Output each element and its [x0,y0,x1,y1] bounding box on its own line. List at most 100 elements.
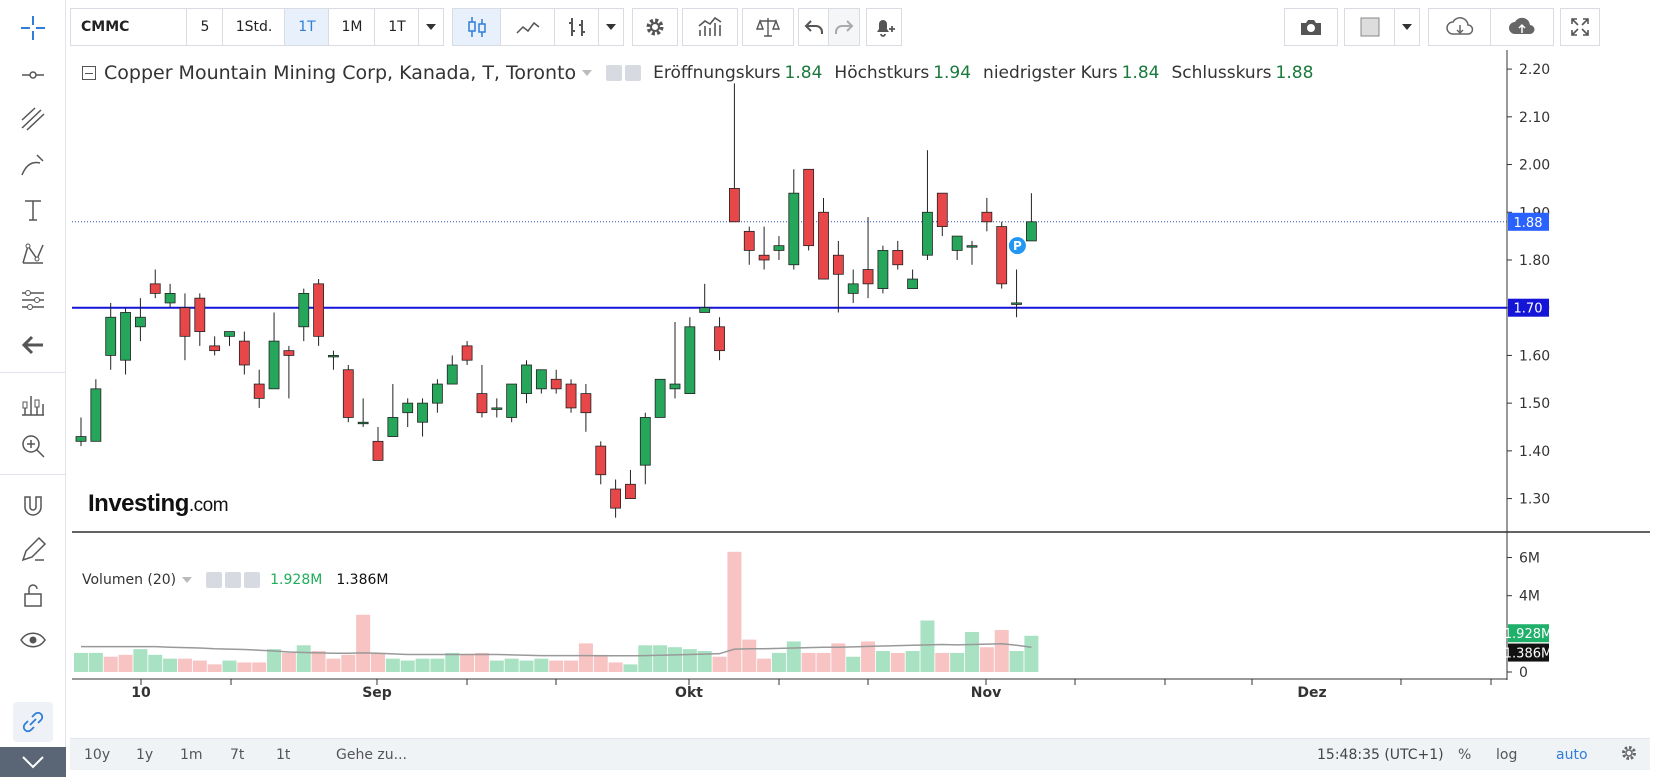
undo-button[interactable] [798,8,830,46]
load-chart-button[interactable] [1428,8,1492,46]
save-chart-button[interactable] [1490,8,1554,46]
fullscreen-button[interactable] [1560,8,1600,46]
open-label: Eröffnungskurs [653,63,781,83]
pattern-icon[interactable] [13,235,53,275]
candle-down [729,187,740,223]
range-1y-button[interactable]: 1y [136,747,153,763]
caret-down-icon[interactable] [182,577,193,583]
volume-tick-label: 4M [1519,589,1540,605]
close-icon[interactable] [244,572,261,588]
symbol-search-input[interactable]: CMMC [70,8,188,46]
interval-1w-button[interactable]: 1T [374,8,420,46]
volume-current-label: 1.928M [1504,627,1552,642]
brush-icon[interactable] [13,145,53,185]
volume-bar-up [846,656,861,672]
line-style-button[interactable] [500,8,556,46]
candle-up [684,326,696,395]
price-tick-label: 1.80 [1519,253,1550,269]
bars-style-button[interactable] [554,8,600,46]
time-label: Okt [675,685,703,701]
interval-1d-button[interactable]: 1T [284,8,330,46]
crosshair-icon[interactable] [13,8,53,48]
candle-up [120,312,131,361]
volume-bar-down [593,654,608,672]
magnet-icon[interactable] [13,486,53,526]
goto-date-button[interactable]: Gehe zu... [336,747,407,763]
candle-up [877,250,889,290]
volume-bar-down [935,652,950,672]
candle-down [803,168,815,247]
percent-toggle[interactable]: % [1458,747,1471,763]
text-icon[interactable] [13,190,53,230]
color-square-icon [1360,17,1380,37]
settings-button[interactable] [632,8,678,46]
gear-icon [646,18,664,36]
prediction-icon[interactable] [13,280,53,320]
volume-bar-up [504,658,519,672]
indicators-button[interactable] [682,8,738,46]
candle-up [164,292,176,304]
settings-icon[interactable] [225,572,242,588]
candle-up [1011,302,1022,305]
range-1m-button[interactable]: 1m [180,747,203,763]
draw-mode-icon[interactable] [13,530,53,570]
alert-button[interactable] [866,8,902,46]
candles-style-button[interactable] [452,8,502,46]
interval-dropdown-button[interactable] [418,8,444,46]
range-10y-button[interactable]: 10y [84,747,110,763]
candle-down [342,369,354,418]
range-7t-button[interactable]: 7t [230,747,244,763]
current-price-label: 1.88 [1514,216,1543,231]
volume-bar-up [519,660,534,672]
visibility-icon[interactable] [606,65,623,81]
candle-down [580,393,592,414]
volume-bar-down [237,662,252,672]
volume-bar-down [371,652,385,672]
lock-icon[interactable] [13,575,53,615]
collapse-legend-button[interactable] [82,66,96,80]
interval-1h-button[interactable]: 1Std. [222,8,286,46]
volume-bar-up [534,658,549,672]
candle-up [298,292,310,328]
chart-area[interactable]: P 1.301.401.501.601.701.801.902.002.102.… [72,50,1650,730]
volume-bar-down [564,660,579,672]
redo-button[interactable] [828,8,860,46]
interval-1m-button[interactable]: 1M [328,8,376,46]
candle-down [476,393,488,414]
candle-down [818,211,829,280]
style-dropdown-button[interactable] [598,8,624,46]
range-1t-button[interactable]: 1t [276,747,290,763]
zoom-in-icon[interactable] [13,426,53,466]
trend-line-icon[interactable] [13,55,53,95]
candle-down [550,378,562,390]
pitchfork-icon[interactable] [13,100,53,140]
color-dropdown-button[interactable] [1394,8,1420,46]
caret-down-icon[interactable] [582,70,593,76]
interval-5-button[interactable]: 5 [186,8,224,46]
chart-canvas[interactable]: P 1.301.401.501.601.701.801.902.002.102.… [72,50,1650,730]
measure-icon[interactable] [13,384,53,424]
candle-down [743,230,755,251]
candle-up [446,364,458,385]
link-icon[interactable] [13,702,53,742]
candle-up [654,378,666,418]
volume-bar-down [281,652,296,672]
screenshot-button[interactable] [1284,8,1338,46]
color-picker-button[interactable] [1344,8,1396,46]
auto-toggle[interactable]: auto [1556,747,1588,763]
volume-bar-up [950,652,965,672]
volume-bar-up [296,645,311,672]
candle-up [75,436,87,442]
candle-up [328,355,339,358]
visibility-icon[interactable] [206,572,223,588]
eye-icon[interactable] [13,620,53,660]
settings-icon[interactable] [625,65,642,81]
volume-bar-up [668,647,682,672]
candle-down [461,345,473,361]
price-tick-label: 2.00 [1519,158,1550,174]
collapse-toolbar-button[interactable] [0,747,66,777]
settings-button[interactable] [1620,744,1638,766]
compare-button[interactable] [742,8,794,46]
log-toggle[interactable]: log [1496,747,1517,763]
arrow-left-icon[interactable] [13,325,53,365]
